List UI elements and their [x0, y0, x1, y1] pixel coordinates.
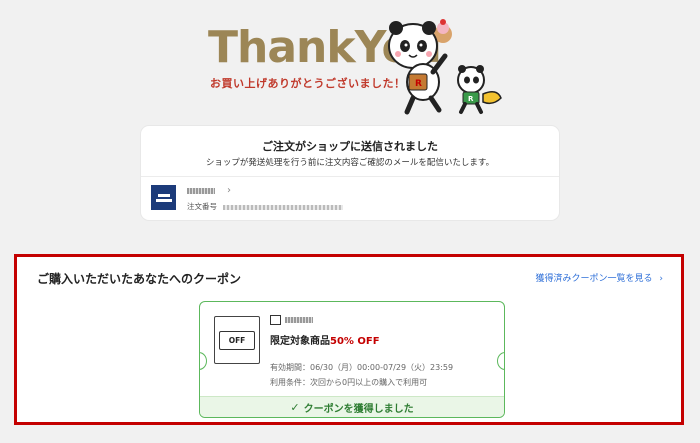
- card-divider: [141, 176, 559, 177]
- shop-logo: [151, 185, 176, 210]
- thank-you-subtitle: お買い上げありがとうございました！: [210, 77, 406, 90]
- store-name-redacted: [285, 317, 313, 323]
- panda-mascot-icon: R R: [388, 19, 502, 115]
- shop-name-link[interactable]: [187, 186, 215, 196]
- coupon-notch-right: [497, 352, 504, 370]
- coupon-acquired-label: クーポンを獲得しました: [303, 403, 414, 415]
- coupon-section: ご購入いただいたあなたへのクーポン 獲得済みクーポン一覧を見る › OFF 限定…: [14, 254, 684, 425]
- svg-text:R: R: [415, 79, 422, 89]
- view-acquired-coupons-label: 獲得済みクーポン一覧を見る: [535, 274, 653, 284]
- coupon-condition: 利用条件：次回から0円以上の購入で利用可: [270, 378, 428, 387]
- coupon-store-name: [270, 315, 313, 326]
- svg-text:R: R: [468, 95, 474, 103]
- coupon-validity: 有効期間：06/30（月）00:00-07/29（火）23:59: [270, 363, 454, 372]
- coupon-section-heading: ご購入いただいたあなたへのクーポン: [37, 272, 242, 286]
- coupon-discount: 50% OFF: [330, 336, 380, 347]
- order-number-redacted: [223, 204, 343, 210]
- thank-you-hero: ThankYou お買い上げありがとうございました！ R R: [0, 0, 700, 118]
- order-number: 注文番号: [187, 201, 343, 212]
- chevron-right-icon: ›: [659, 274, 663, 284]
- order-confirmation-card: ご注文がショップに送信されました ショップが発送処理を行う前に注文内容ご確認のメ…: [141, 126, 559, 220]
- coupon-acquired-status: ✓ クーポンを獲得しました: [200, 396, 504, 417]
- off-ticket-icon: OFF: [219, 330, 255, 350]
- coupon-off-icon: OFF: [214, 316, 260, 364]
- store-icon: [270, 315, 281, 325]
- view-acquired-coupons-link[interactable]: 獲得済みクーポン一覧を見る ›: [536, 271, 664, 284]
- coupon-card[interactable]: OFF 限定対象商品50% OFF 有効期間：06/30（月）00:00-07/…: [199, 301, 505, 418]
- checkmark-icon: ✓: [290, 400, 300, 414]
- order-sent-description: ショップが発送処理を行う前に注文内容ご確認のメールを配信いたします。: [205, 158, 495, 168]
- coupon-notch-left: [200, 352, 207, 370]
- coupon-title: 限定対象商品50% OFF: [270, 332, 380, 347]
- shop-name-redacted: [187, 187, 215, 194]
- coupon-title-prefix: 限定対象商品: [270, 336, 330, 347]
- order-sent-heading: ご注文がショップに送信されました: [262, 140, 438, 153]
- order-number-label: 注文番号: [187, 202, 217, 211]
- chevron-right-icon[interactable]: ›: [227, 185, 231, 196]
